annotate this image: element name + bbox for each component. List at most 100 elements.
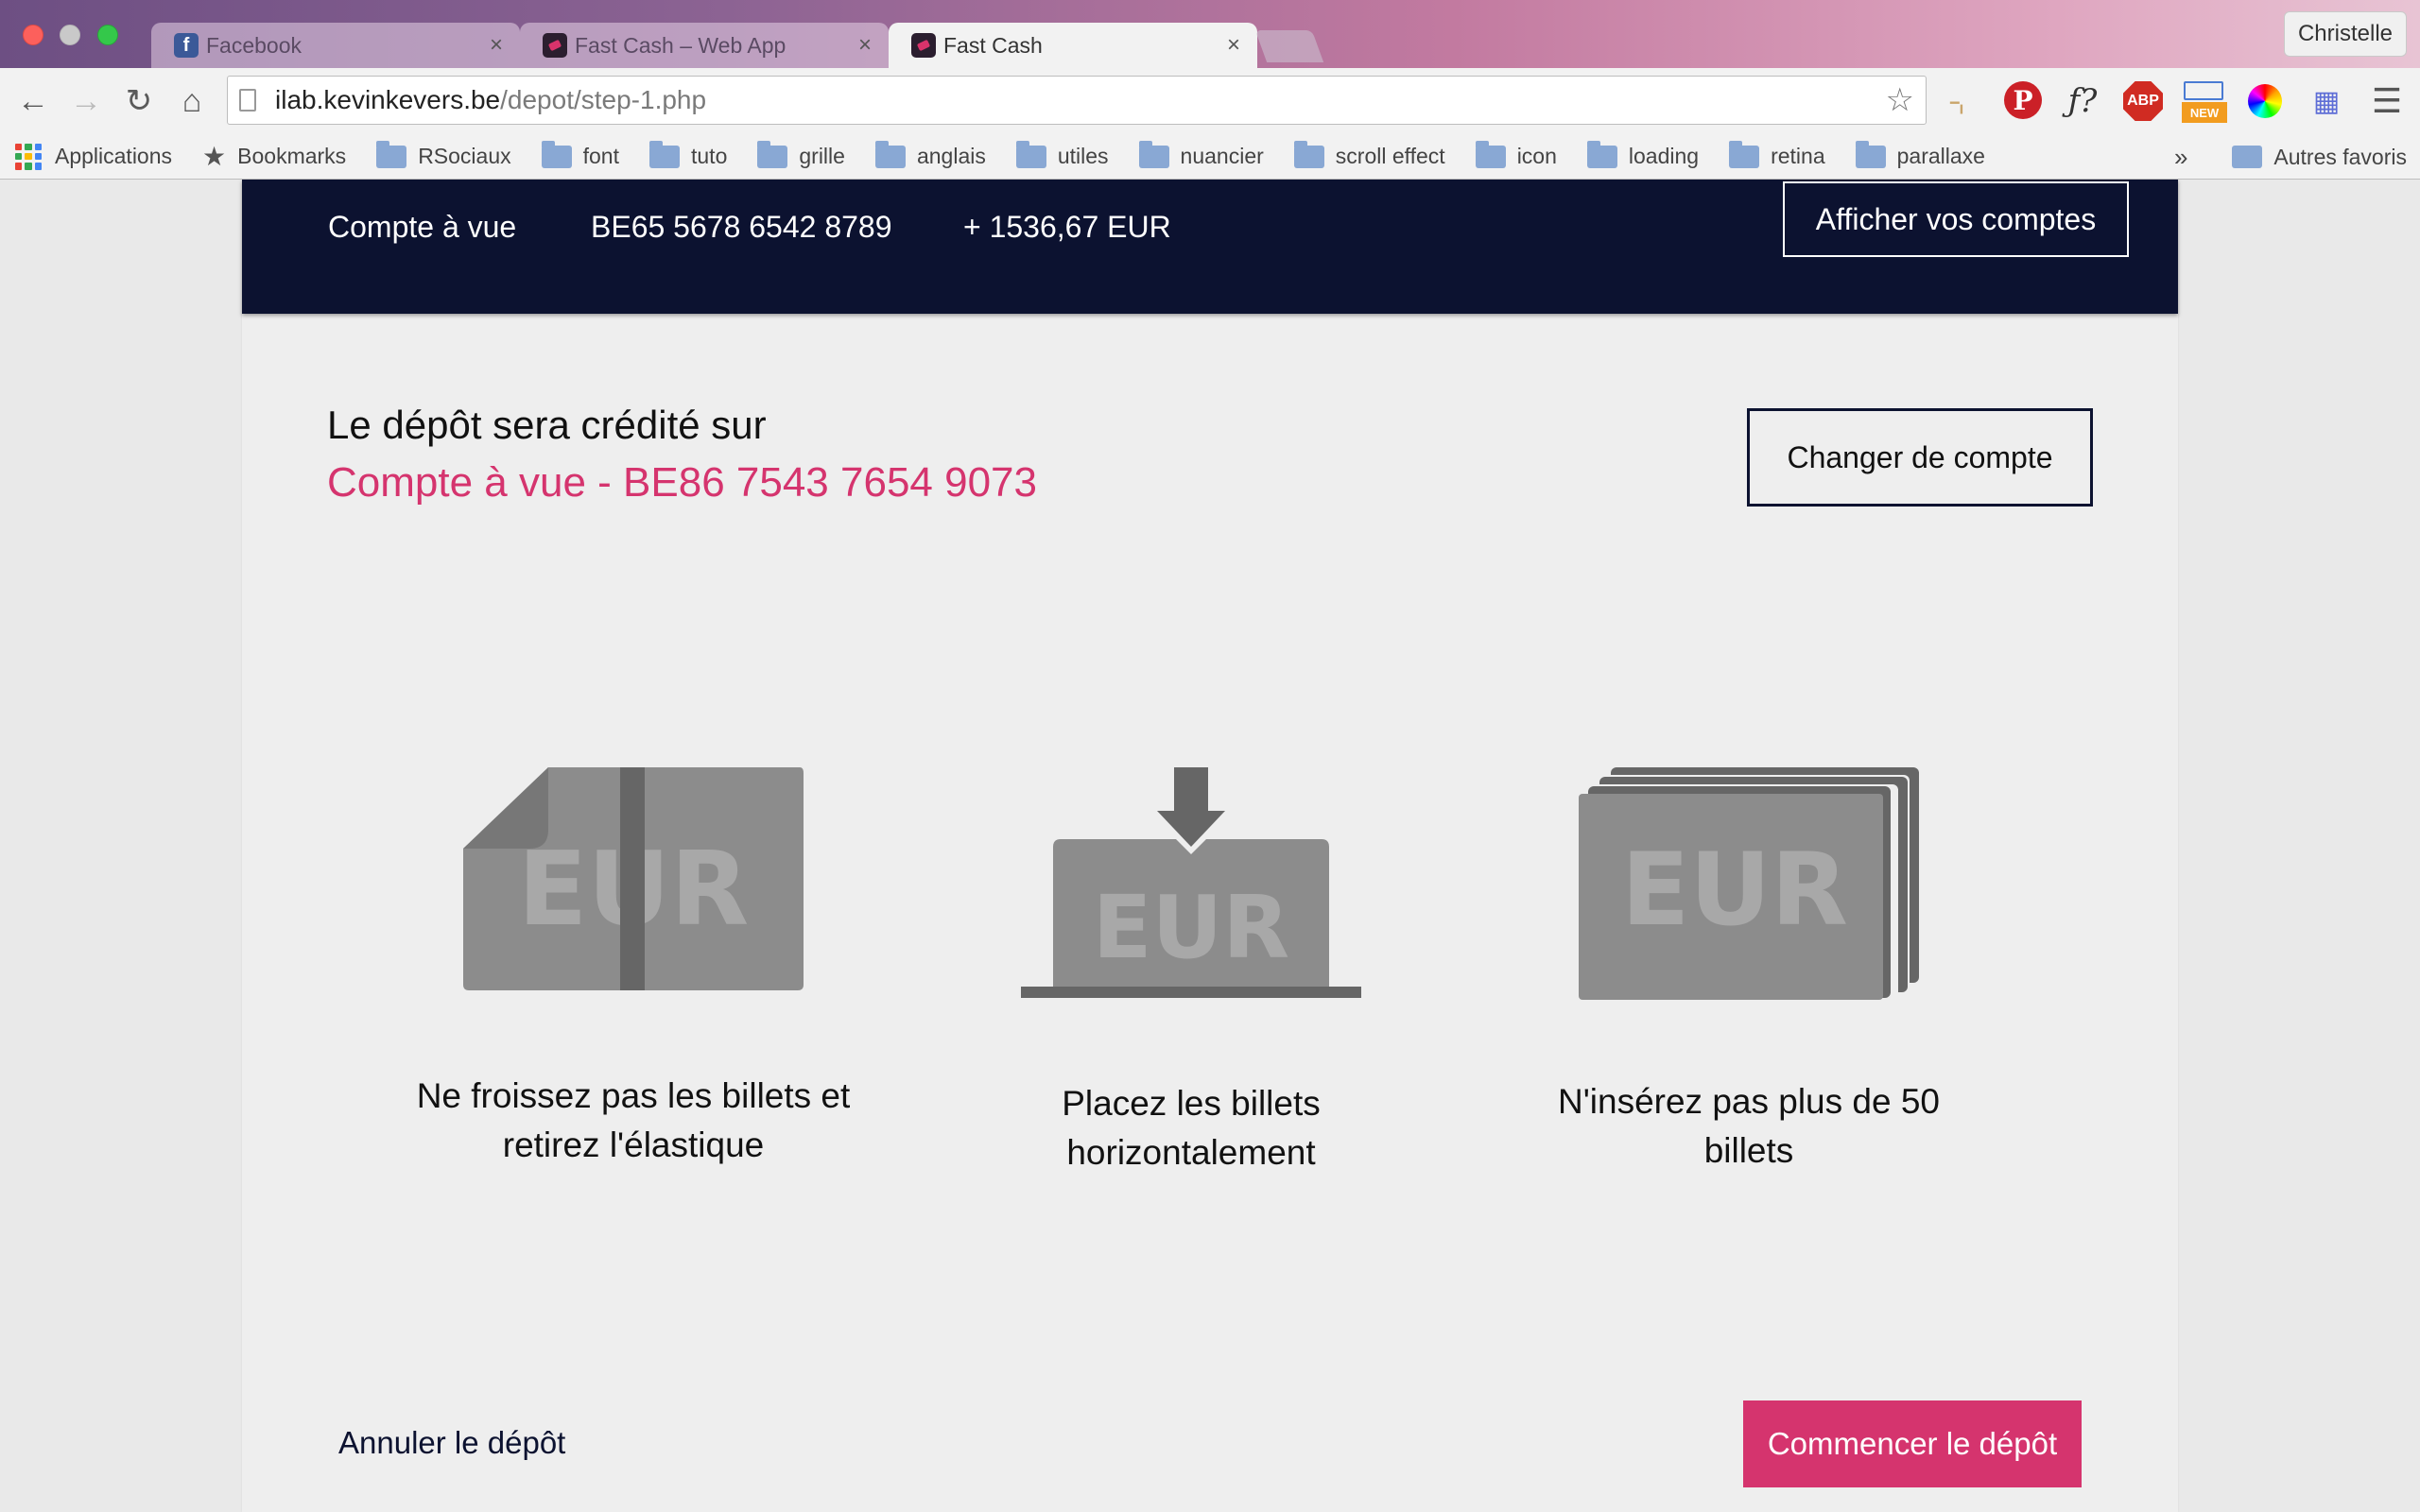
browser-tab-strip: f Facebook × Fast Cash – Web App × Fast … (0, 0, 2420, 68)
bookmark-star[interactable]: ★ Bookmarks (202, 141, 346, 172)
account-balance: + 1536,67 EUR (963, 209, 1171, 244)
fastcash-icon (543, 33, 567, 58)
step-caption-line: Placez les billets (1062, 1084, 1321, 1123)
zoom-window-button[interactable] (97, 25, 118, 45)
bookmark-folder[interactable]: RSociaux (376, 140, 511, 169)
tab-title: Fast Cash – Web App (575, 32, 786, 58)
bookmark-star-icon[interactable]: ☆ (1886, 81, 1914, 119)
account-iban: BE65 5678 6542 8789 (591, 209, 892, 244)
step-instruction: EUR Placez les billets horizontalement (926, 764, 1456, 1177)
url-host: ilab.kevinkevers.be (275, 85, 501, 114)
bookmark-apps[interactable]: Applications (15, 143, 173, 170)
facebook-icon: f (174, 33, 199, 58)
folder-icon (1293, 140, 1324, 168)
url-path: /depot/step-1.php (500, 85, 707, 114)
close-icon[interactable]: × (490, 32, 503, 59)
color-picker-icon[interactable] (2248, 84, 2282, 118)
back-icon[interactable]: ← (13, 81, 53, 121)
bookmark-label: RSociaux (418, 144, 511, 168)
other-bookmarks-folder[interactable]: Autres favoris (2232, 134, 2407, 180)
bookmarks-overflow-button[interactable]: » (2174, 134, 2187, 180)
bookmark-label: loading (1628, 144, 1700, 168)
bookmark-label: tuto (691, 144, 728, 168)
eur-label: EUR (1621, 832, 1848, 948)
window-resizer-icon[interactable] (2184, 81, 2223, 100)
browser-toolbar: ← → ↻ ⌂ ilab.kevinkevers.be/depot/step-1… (0, 68, 2420, 134)
show-accounts-button[interactable]: Afficher vos comptes (1783, 181, 2129, 257)
other-bookmarks-label: Autres favoris (2273, 144, 2407, 169)
bookmark-folder[interactable]: retina (1729, 140, 1825, 169)
step-caption: N'insérez pas plus de 50 billets (1484, 1077, 2014, 1176)
step-caption: Ne froissez pas les billets et retirez l… (369, 1072, 898, 1170)
bookmark-folder[interactable]: grille (757, 140, 845, 169)
address-bar[interactable]: ilab.kevinkevers.be/depot/step-1.php ☆ (227, 76, 1927, 125)
new-tab-button[interactable] (1254, 30, 1324, 62)
bookmark-folder[interactable]: icon (1475, 140, 1557, 169)
step-caption: Placez les billets horizontalement (926, 1079, 1456, 1177)
folder-icon (541, 140, 572, 168)
apps-grid-icon (15, 143, 42, 170)
pinterest-icon[interactable]: P (2004, 81, 2042, 119)
star-icon: ★ (202, 142, 227, 171)
bookmark-folder[interactable]: font (541, 140, 619, 169)
ruler-extension-icon[interactable]: ⌍ (1942, 81, 1981, 121)
page-container: Compte à vue BE65 5678 6542 8789 + 1536,… (242, 180, 2178, 1512)
step-caption-line: N'insérez pas plus de 50 (1557, 1082, 1941, 1121)
forward-icon[interactable]: → (66, 81, 106, 121)
folder-icon (2232, 146, 2263, 168)
page-icon (239, 89, 256, 112)
bookmark-label: anglais (916, 144, 986, 168)
url-text: ilab.kevinkevers.be/depot/step-1.php (275, 85, 706, 115)
bookmark-folder[interactable]: scroll effect (1293, 140, 1445, 169)
adblock-icon[interactable]: ABP (2123, 81, 2163, 121)
close-icon[interactable]: × (858, 32, 872, 59)
puzzle-extension-icon[interactable]: ▦ (2307, 81, 2346, 121)
bookmark-label: Applications (55, 144, 173, 168)
bookmark-folder[interactable]: parallaxe (1855, 140, 1985, 169)
close-window-button[interactable] (23, 25, 43, 45)
bookmark-folder[interactable]: nuancier (1138, 140, 1264, 169)
bookmark-label: utiles (1057, 144, 1109, 168)
folder-icon (874, 140, 906, 168)
folder-icon (1729, 140, 1760, 168)
step-caption-line: Ne froissez pas les billets et (416, 1076, 851, 1115)
reload-icon[interactable]: ↻ (119, 81, 159, 121)
bookmark-folder[interactable]: anglais (874, 140, 986, 169)
credit-title: Le dépôt sera crédité sur (327, 403, 767, 447)
menu-icon[interactable]: ☰ (2367, 81, 2407, 121)
tab-facebook[interactable]: f Facebook × (151, 23, 520, 68)
step-instruction: EUR N'insérez pas plus de 50 billets (1484, 764, 2014, 1176)
profile-button[interactable]: Christelle (2283, 11, 2407, 57)
bookmark-label: font (582, 144, 619, 168)
start-deposit-button[interactable]: Commencer le dépôt (1743, 1400, 2082, 1487)
step-instruction: EUR Ne froissez pas les billets et retir… (369, 764, 898, 1170)
folder-icon (1475, 140, 1506, 168)
tab-fast-cash[interactable]: Fast Cash × (889, 23, 1257, 68)
folder-icon (1138, 140, 1169, 168)
bookmark-folder[interactable]: loading (1586, 140, 1700, 169)
bookmark-label: scroll effect (1335, 144, 1445, 168)
bookmark-label: parallaxe (1896, 144, 1985, 168)
account-bar: Compte à vue BE65 5678 6542 8789 + 1536,… (242, 180, 2178, 314)
bookmark-folder[interactable]: tuto (649, 140, 728, 169)
folder-icon (1855, 140, 1886, 168)
cancel-deposit-link[interactable]: Annuler le dépôt (338, 1425, 565, 1461)
banknote-stack-icon: EUR (1579, 767, 1919, 1000)
tab-title: Facebook (206, 32, 302, 58)
fastcash-icon (911, 33, 936, 58)
change-account-button[interactable]: Changer de compte (1747, 408, 2093, 507)
bookmark-folder[interactable]: utiles (1015, 140, 1109, 169)
bookmark-label: nuancier (1180, 144, 1264, 168)
web-content: Compte à vue BE65 5678 6542 8789 + 1536,… (0, 180, 2420, 1512)
eur-label: EUR (1093, 877, 1289, 978)
bookmark-label: grille (799, 144, 845, 168)
tab-fast-cash-web-app[interactable]: Fast Cash – Web App × (520, 23, 889, 68)
tab-title: Fast Cash (943, 32, 1043, 58)
minimize-window-button[interactable] (60, 25, 80, 45)
bookmark-label: retina (1771, 144, 1825, 168)
bookmark-label: Bookmarks (237, 144, 347, 168)
home-icon[interactable]: ⌂ (172, 81, 212, 121)
bookmarks-bar: Applications ★ Bookmarks RSociaux font tuto gr… (0, 134, 2420, 180)
close-icon[interactable]: × (1227, 32, 1240, 59)
whatfont-icon[interactable]: ƒ? (2063, 81, 2102, 121)
